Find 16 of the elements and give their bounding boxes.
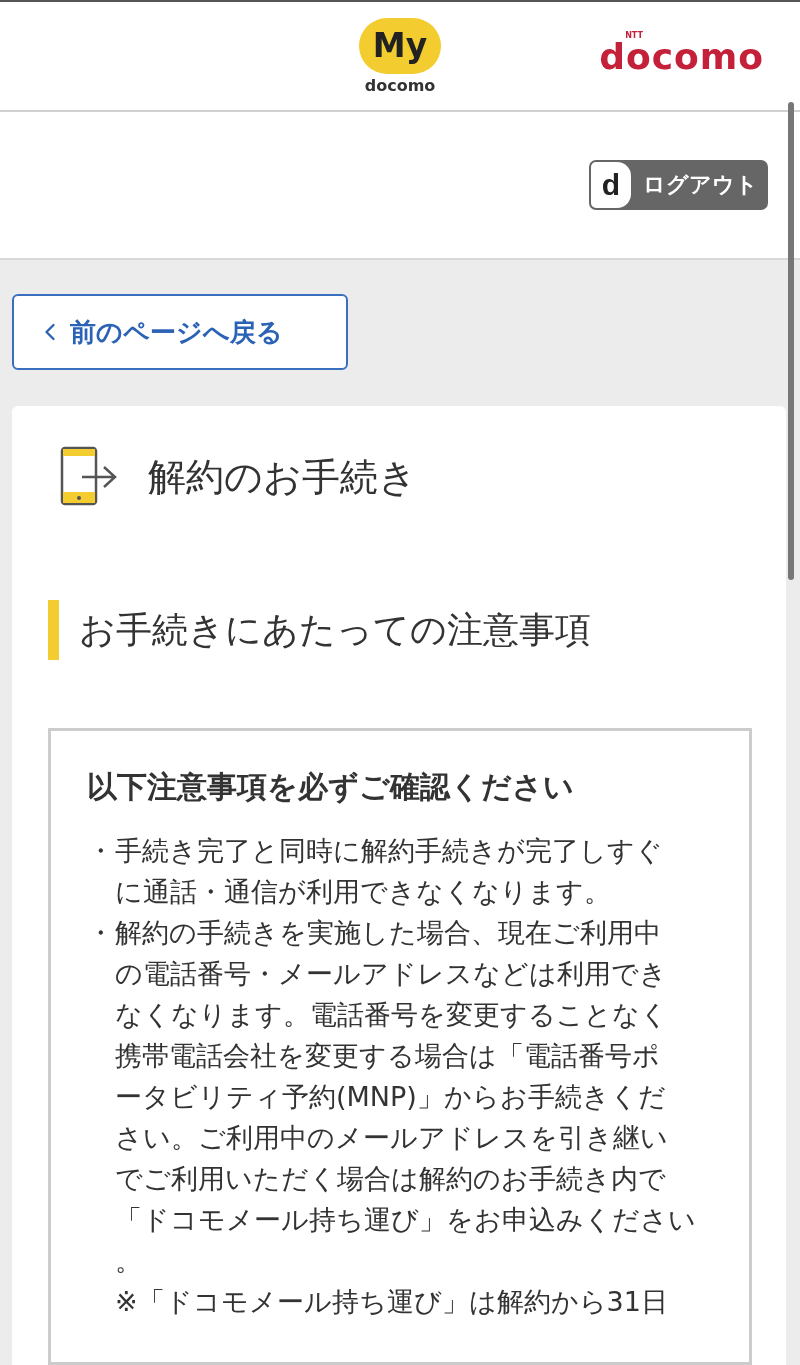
page-title: 解約のお手続き [148,453,417,501]
brand-logo-text: docomo [599,40,764,74]
brand-small-text: NTT [625,32,643,40]
app-logo-text: docomo [364,75,436,95]
note-text: ※「ドコモメール持ち運び」は解約から31日 [115,1285,668,1319]
bullet-mark: ・ [87,834,115,868]
app-logo-mark: My [359,17,441,74]
notice-text: 解約の手続きを実施した場合、現在ご利用中 の電話番号・メールアドレスなどは利用でき なくなります。電話番号を変更することなく 携帯電話会社を変更する場合は「電話番号ポ ータビリティ予約(MNP)」からお手続きくだ さい。ご利用中のメールアドレスを引き継い でご利用いただく場合は解約のお手続き内で 「ドコモメール持ち運び」をお申込みください 。 [115,916,696,1278]
bullet-mark: ・ [87,916,115,950]
logout-button[interactable]: d ログアウト [589,160,768,210]
notice-text: 手続き完了と同時に解約手続きが完了しすぐ に通話・通信が利用できなくなります。 [115,834,663,909]
scrollbar[interactable] [788,102,794,580]
section-heading: お手続きにあたっての注意事項 [48,600,752,660]
phone-exit-icon [60,446,118,508]
notice-heading: 以下注意事項を必ずご確認ください [87,768,575,806]
back-button[interactable]: 前のページへ戻る [12,294,348,370]
